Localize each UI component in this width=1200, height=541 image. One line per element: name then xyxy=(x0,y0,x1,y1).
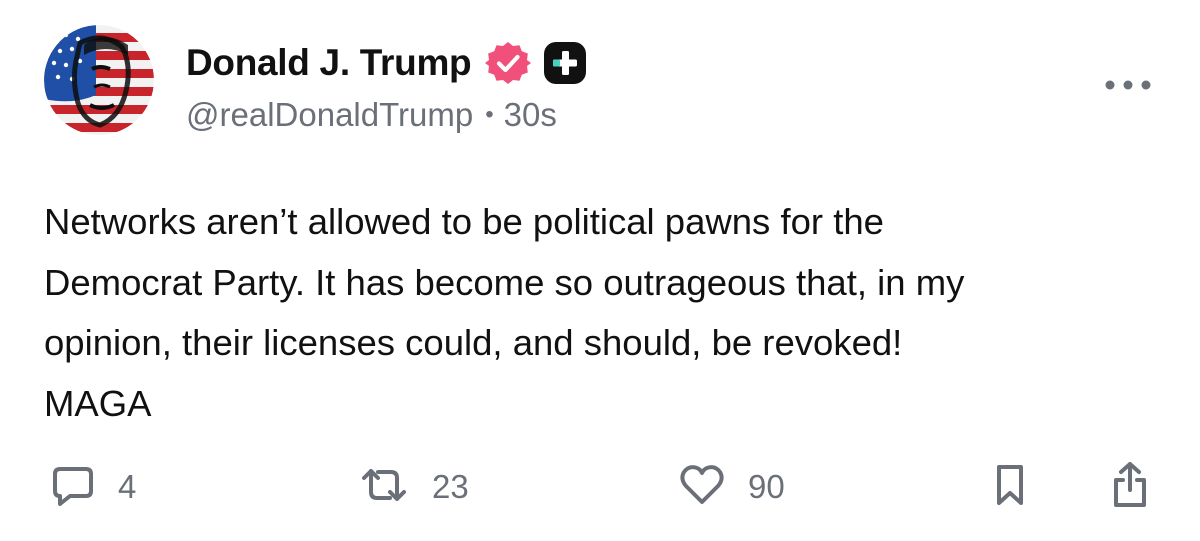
heart-icon xyxy=(678,462,726,513)
share-icon xyxy=(1108,460,1152,515)
author-display-name[interactable]: Donald J. Trump xyxy=(186,42,472,84)
repost-button[interactable]: 23 xyxy=(358,455,469,519)
meta-separator: • xyxy=(485,101,494,128)
action-bar: 4 23 90 xyxy=(0,455,1200,519)
like-button[interactable]: 90 xyxy=(678,455,785,519)
reply-button[interactable]: 4 xyxy=(50,455,136,519)
post-text-line: Democrat Party. It has become so outrage… xyxy=(44,261,965,303)
post-text: Networks aren’t allowed to be political … xyxy=(44,192,1174,434)
like-count: 90 xyxy=(748,468,785,505)
post-text-line: opinion, their licenses could, and shoul… xyxy=(44,322,903,363)
reply-count: 4 xyxy=(118,468,137,505)
share-button[interactable] xyxy=(1108,455,1152,519)
plus-badge-icon xyxy=(543,41,587,85)
comment-icon xyxy=(50,462,96,513)
bookmark-icon xyxy=(990,462,1030,513)
author-handle[interactable]: @realDonaldTrump xyxy=(186,96,473,134)
more-horizontal-icon[interactable] xyxy=(1100,70,1156,100)
post-card: Donald J. Trump @realDonaldTrump • 30s N… xyxy=(0,0,1200,541)
post-timestamp[interactable]: 30s xyxy=(504,96,557,134)
avatar[interactable] xyxy=(44,25,154,135)
avatar-flag-portrait-icon xyxy=(44,25,154,135)
repost-count: 23 xyxy=(432,468,469,505)
verified-badge-icon xyxy=(485,40,532,86)
bookmark-button[interactable] xyxy=(990,455,1030,519)
repost-icon xyxy=(358,462,410,513)
post-text-line: MAGA xyxy=(44,382,152,424)
author-meta-row: @realDonaldTrump • 30s xyxy=(186,94,557,136)
author-name-row: Donald J. Trump xyxy=(186,40,587,86)
post-text-line: Networks aren’t allowed to be political … xyxy=(44,201,884,242)
